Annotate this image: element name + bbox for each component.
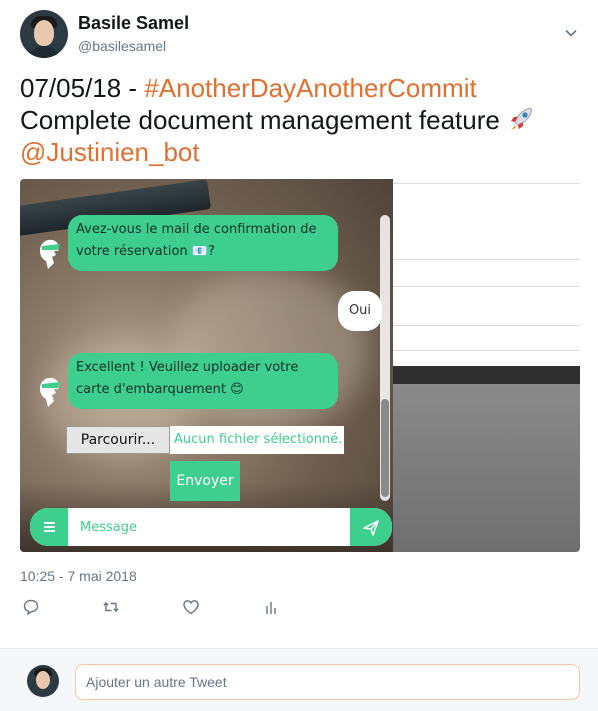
retweet-icon xyxy=(103,602,119,612)
tweet-media[interactable]: Avez-vous le mail de confirmation de vot… xyxy=(20,179,580,552)
current-user-avatar xyxy=(27,665,59,697)
chat-screenshot: Avez-vous le mail de confirmation de vot… xyxy=(20,179,393,552)
analytics-icon xyxy=(266,602,276,614)
browse-file-button[interactable]: Parcourir... xyxy=(66,426,170,454)
author-display-name[interactable]: Basile Samel xyxy=(78,13,189,34)
reply-composer xyxy=(0,648,598,711)
tweet-text: 07/05/18 - #AnotherDayAnotherCommit Comp… xyxy=(20,72,580,168)
chevron-down-icon[interactable] xyxy=(564,26,578,40)
author-handle[interactable]: @basilesamel xyxy=(78,38,166,54)
chat-scrollbar[interactable] xyxy=(380,215,390,501)
reply-icon xyxy=(23,599,39,616)
tweet-header: Basile Samel @basilesamel xyxy=(20,10,580,58)
user-message-bubble: Oui xyxy=(338,291,382,331)
tweet-actions xyxy=(20,598,320,622)
bot-message-bubble: Excellent ! Veuillez uploader votre cart… xyxy=(68,353,338,409)
hashtag-link[interactable]: #AnotherDayAnotherCommit xyxy=(144,73,476,103)
message-input[interactable] xyxy=(68,508,350,546)
rocket-icon xyxy=(510,107,533,130)
tweet-line-2: Complete document management feature xyxy=(20,104,580,136)
bot-avatar-icon xyxy=(40,239,60,269)
chat-input-bar xyxy=(30,508,392,546)
analytics-button[interactable] xyxy=(262,598,284,620)
media-background-panel xyxy=(393,179,580,552)
send-message-button[interactable] xyxy=(350,508,392,546)
tweet-date: 07/05/18 - xyxy=(20,73,145,103)
send-icon xyxy=(363,520,379,536)
like-icon xyxy=(183,600,199,615)
scrollbar-thumb[interactable] xyxy=(381,399,389,497)
file-status-text: Aucun fichier sélectionné. xyxy=(170,426,344,454)
menu-icon[interactable] xyxy=(30,508,68,546)
send-file-button[interactable]: Envoyer xyxy=(170,461,240,501)
like-button[interactable] xyxy=(182,598,204,620)
reply-button[interactable] xyxy=(22,598,44,620)
author-avatar[interactable] xyxy=(20,10,68,58)
reply-input[interactable] xyxy=(75,664,580,700)
retweet-button[interactable] xyxy=(102,598,124,620)
bot-message-bubble: Avez-vous le mail de confirmation de vot… xyxy=(68,215,338,271)
mention-link[interactable]: @Justinien_bot xyxy=(20,136,580,168)
tweet-timestamp[interactable]: 10:25 - 7 mai 2018 xyxy=(20,568,137,584)
tweet-line-1: 07/05/18 - #AnotherDayAnotherCommit xyxy=(20,72,580,104)
tweet-body: Complete document management feature xyxy=(20,105,500,135)
bot-avatar-icon xyxy=(40,377,60,407)
